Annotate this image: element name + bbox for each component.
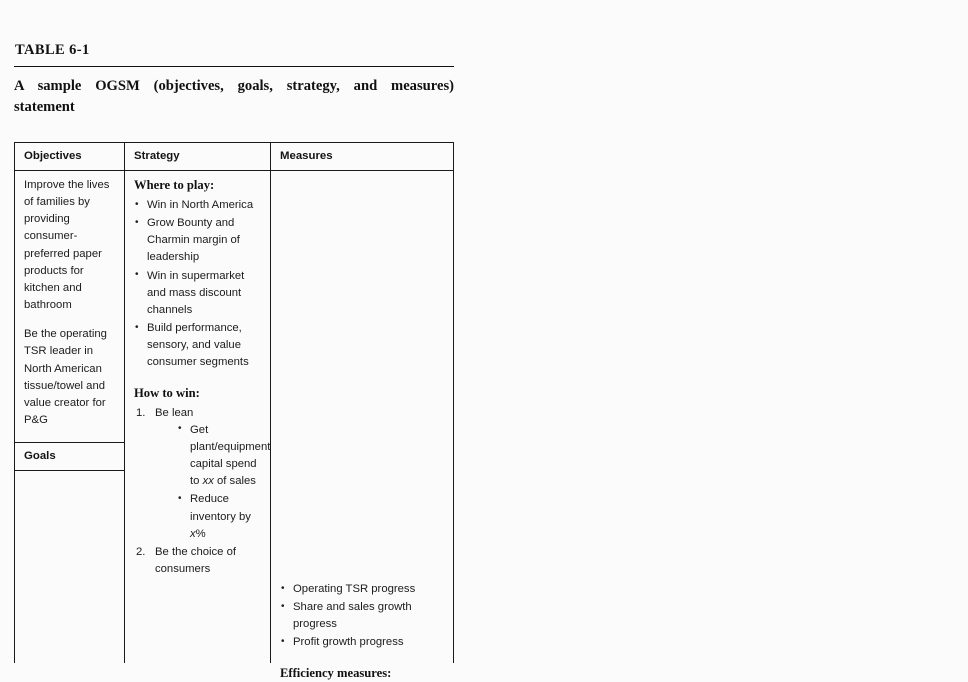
page-left: TABLE 6-1 A sample OGSM (objectives, goa… (0, 0, 490, 680)
table-caption: TABLE 6-1 A sample OGSM (objectives, goa… (14, 42, 454, 117)
column-strategy: Strategy Where to play: Win in North Ame… (124, 143, 270, 663)
numbered-item-label: Be lean (155, 406, 194, 419)
page-right: Year-on-year operating TSR > x%x% annual… (490, 0, 968, 677)
numbered-item: Be the choice of consumers (134, 544, 261, 578)
objectives-paragraph-2: Be the operating TSR leader in North Ame… (24, 328, 107, 427)
list-item: Win in supermarket and mass discount cha… (134, 267, 261, 319)
list-item: Share and sales growth progress (280, 599, 444, 633)
measures-top-spacer (280, 177, 444, 581)
header-objectives: Objectives (15, 143, 124, 171)
list-item: Win in North America (134, 196, 261, 214)
how-to-win-list: Be lean Get plant/equipment capital spend… (134, 405, 270, 579)
ogsm-table-left: Objectives Improve the lives of families… (14, 142, 454, 680)
header-strategy: Strategy (125, 143, 270, 171)
caption-rule (14, 66, 454, 67)
cell-strategy-body: Where to play: Win in North AmericaGrow … (125, 171, 270, 578)
efficiency-measures-heading: Efficiency measures: (280, 665, 392, 680)
list-item: Profit growth progress (280, 634, 444, 651)
how-to-win-heading: How to win: (134, 385, 200, 400)
list-item: Build performance, sensory, and value co… (134, 320, 261, 371)
measures-list: Operating TSR progressShare and sales gr… (280, 580, 444, 652)
where-to-play-list: Win in North AmericaGrow Bounty and Char… (134, 196, 261, 372)
where-to-play-heading: Where to play: (134, 178, 215, 192)
column-measures: Measures Operating TSR progressShare and… (270, 143, 453, 680)
cell-measures-body: Operating TSR progressShare and sales gr… (271, 171, 453, 682)
list-item: Reduce inventory by x% (177, 491, 261, 542)
list-item: Grow Bounty and Charmin margin of leader… (134, 215, 261, 266)
numbered-subitem-list: Get plant/equipment capital spend to xx … (177, 421, 270, 543)
book-spread: TABLE 6-1 A sample OGSM (objectives, goa… (0, 0, 968, 680)
table-number: TABLE 6-1 (15, 42, 90, 58)
list-item: Operating TSR progress (280, 580, 444, 598)
column-objectives: Objectives Improve the lives of families… (15, 143, 124, 663)
cell-objectives-body: Improve the lives of families by providi… (15, 171, 124, 429)
numbered-item: Be lean Get plant/equipment capital spend… (134, 405, 270, 543)
list-item: Get plant/equipment capital spend to xx … (177, 421, 270, 491)
header-measures: Measures (271, 143, 453, 171)
objectives-paragraph-1: Improve the lives of families by providi… (24, 179, 110, 312)
numbered-item-label: Be the choice of consumers (155, 545, 237, 575)
cell-goals-body-empty (15, 471, 124, 477)
table-title: A sample OGSM (objectives, goals, strate… (14, 78, 454, 115)
header-goals: Goals (15, 442, 124, 472)
